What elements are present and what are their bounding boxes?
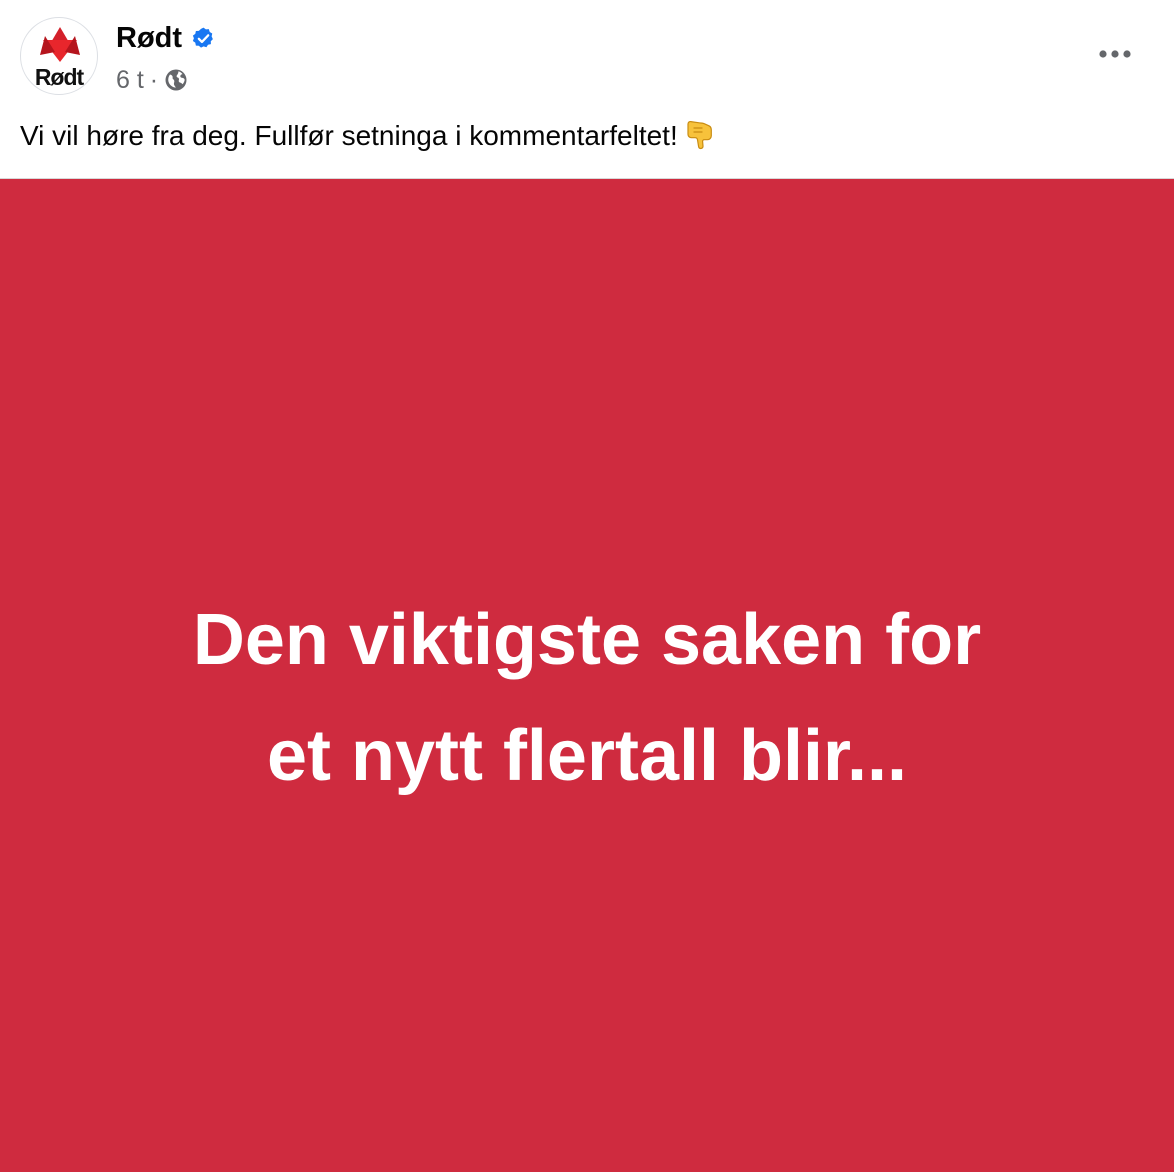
meta-separator: · (149, 65, 159, 94)
post-image-line-1: Den viktigste saken for (192, 600, 982, 680)
facebook-post: Rødt Rødt 6 t · Vi vil høre fra deg. Ful… (0, 0, 1174, 1172)
post-caption: Vi vil høre fra deg. Fullfør setninga i … (20, 114, 1150, 158)
post-header: Rødt Rødt 6 t · (0, 0, 1174, 106)
avatar-logo-text: Rødt (34, 64, 84, 90)
post-image[interactable]: Den viktigste saken for et nytt flertall… (0, 178, 1174, 1172)
caption-text: Vi vil høre fra deg. Fullfør setninga i … (20, 120, 678, 151)
post-meta: 6 t · (116, 64, 188, 96)
page-name-link[interactable]: Rødt (116, 20, 182, 56)
globe-icon[interactable] (164, 68, 188, 92)
page-name-row: Rødt (116, 20, 216, 56)
post-timestamp[interactable]: 6 t (116, 66, 144, 95)
pointing-down-hand-icon (684, 118, 716, 150)
post-image-text: Den viktigste saken for et nytt flertall… (0, 582, 1174, 814)
post-image-line-2: et nytt flertall blir... (266, 716, 908, 796)
verified-badge-icon (191, 26, 216, 51)
more-options-icon (1099, 50, 1131, 58)
more-options-button[interactable] (1088, 34, 1142, 74)
avatar[interactable]: Rødt (20, 17, 98, 95)
